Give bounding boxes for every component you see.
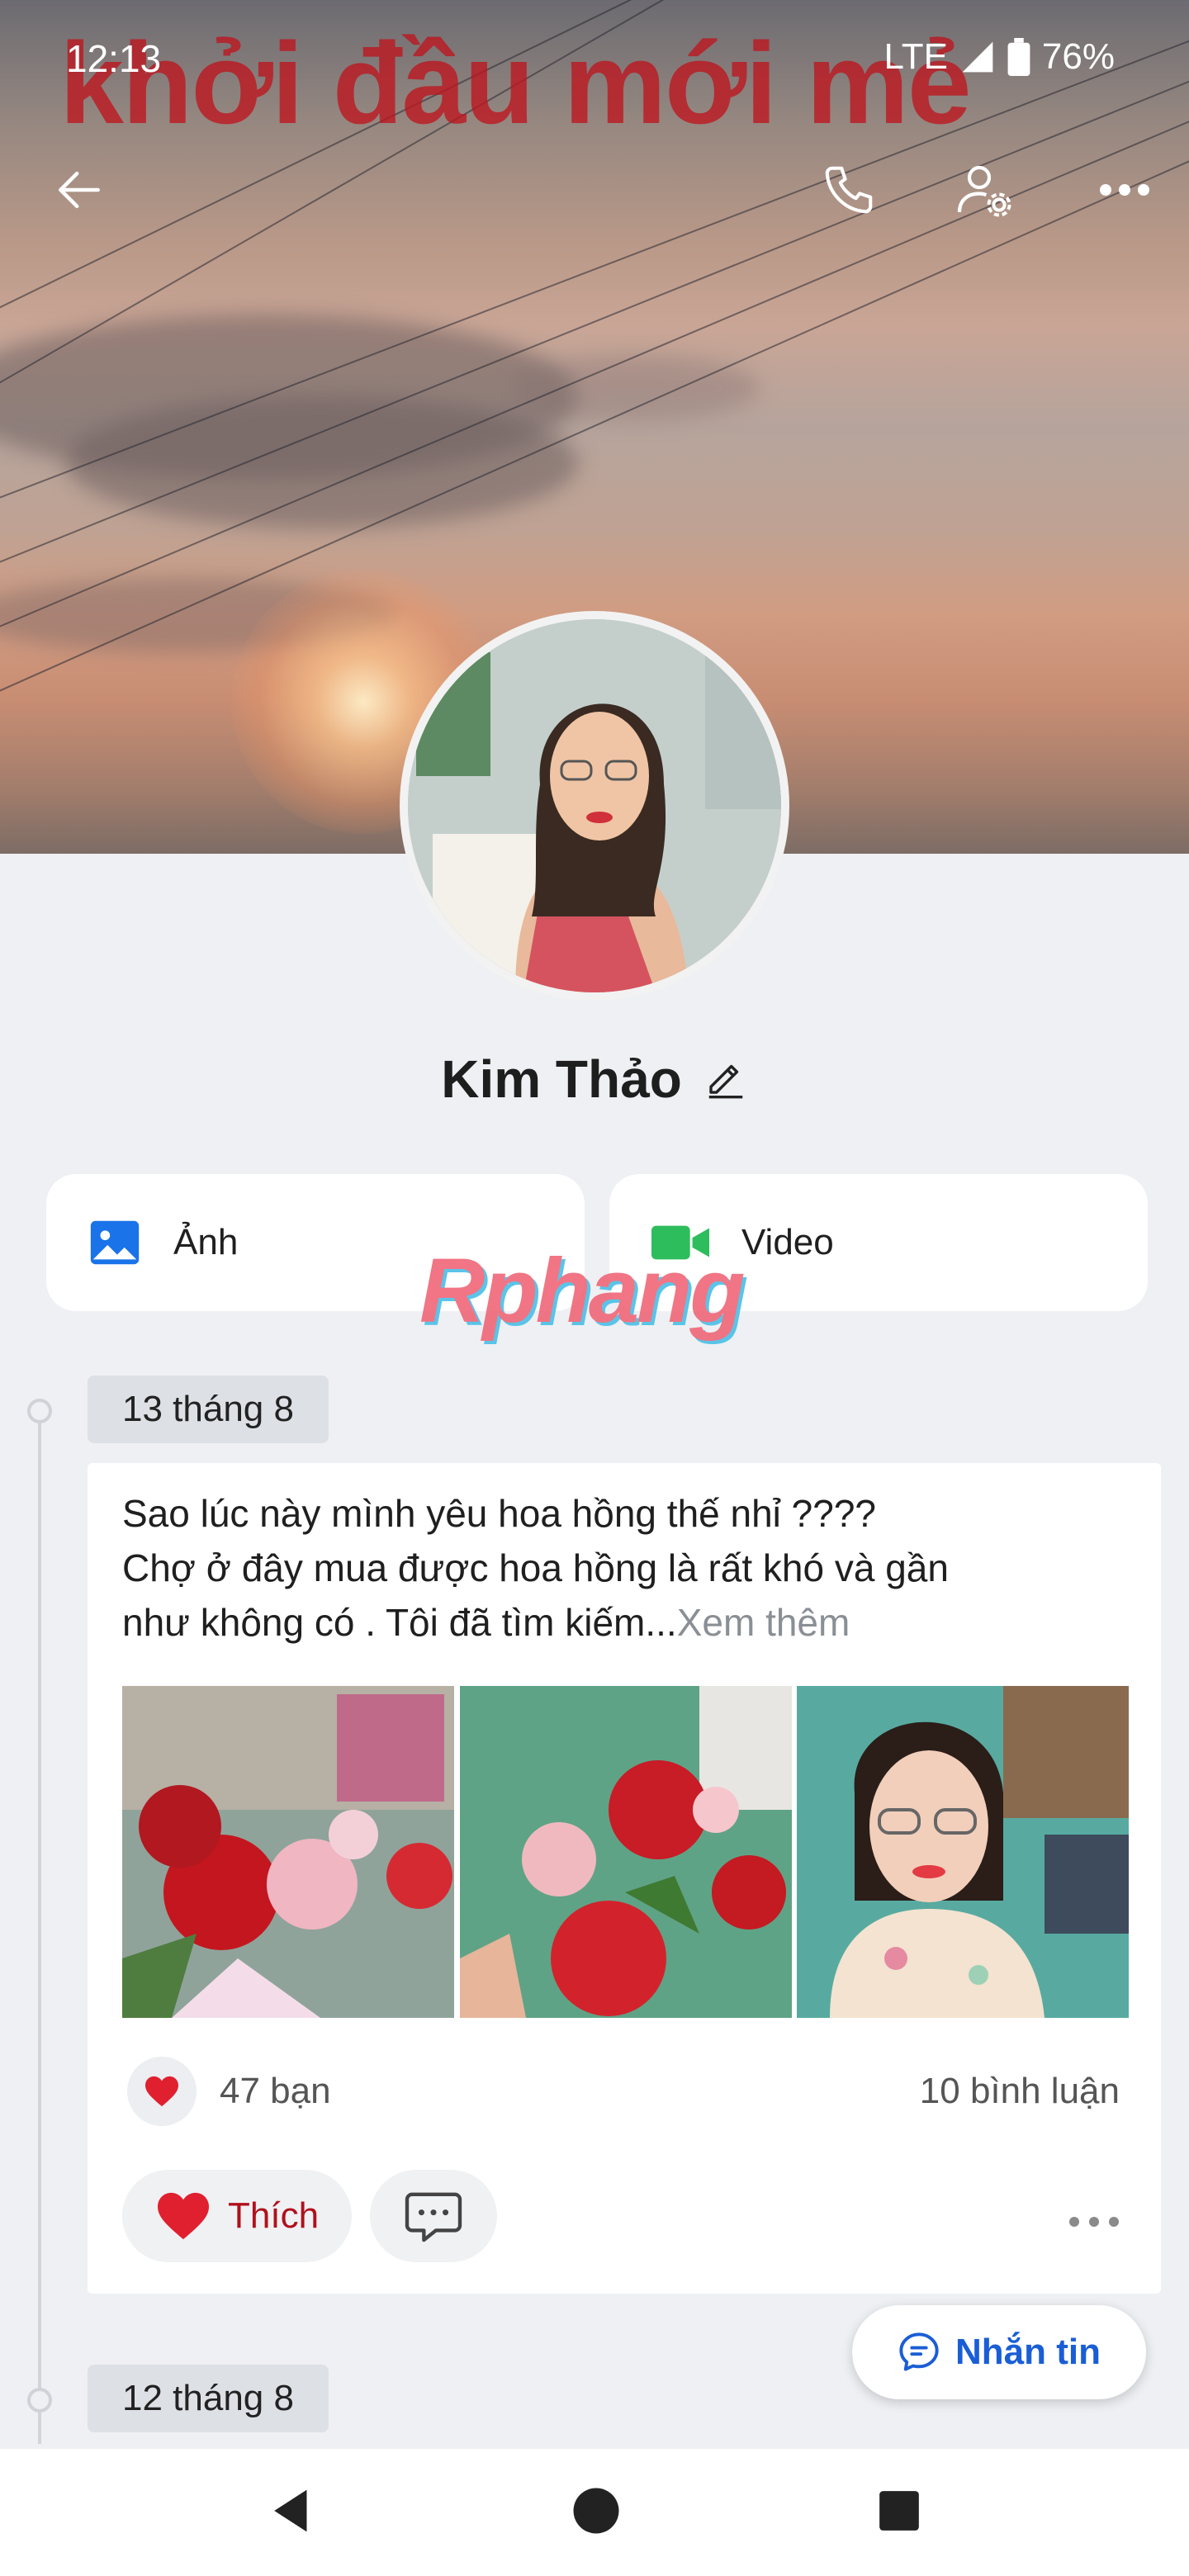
timeline-dot bbox=[27, 2388, 52, 2413]
nav-home-button[interactable] bbox=[571, 2486, 621, 2540]
comment-count[interactable]: 10 bình luận bbox=[920, 2071, 1120, 2112]
post-photos bbox=[122, 1686, 1130, 2018]
chat-bubble-icon bbox=[899, 2332, 939, 2371]
photos-label: Ảnh bbox=[173, 1222, 239, 1262]
videos-label: Video bbox=[741, 1222, 834, 1262]
status-time: 12:13 bbox=[66, 37, 162, 80]
heart-icon bbox=[158, 2192, 209, 2240]
post-text-line: Sao lúc này mình yêu hoa hồng thế nhỉ ??… bbox=[122, 1492, 877, 1535]
profile-name: Kim Thảo bbox=[441, 1049, 682, 1109]
post-photo[interactable] bbox=[797, 1686, 1130, 2018]
post-text[interactable]: Sao lúc này mình yêu hoa hồng thế nhỉ ??… bbox=[122, 1486, 1138, 1650]
user-settings-icon bbox=[957, 165, 1011, 217]
timeline-dot bbox=[27, 1399, 52, 1423]
profile-settings-button[interactable] bbox=[951, 157, 1017, 223]
status-bar: 12:13 LTE 76% bbox=[0, 0, 1189, 116]
profile-avatar[interactable] bbox=[400, 611, 789, 1001]
reaction-summary: 47 bạn 10 bình luận bbox=[127, 2054, 1120, 2129]
comment-icon bbox=[405, 2192, 462, 2242]
phone-icon bbox=[825, 166, 873, 214]
like-button[interactable]: Thích bbox=[122, 2170, 353, 2262]
post-more-button[interactable] bbox=[1068, 2195, 1120, 2237]
post-photo[interactable] bbox=[122, 1686, 455, 2018]
avatar-image bbox=[408, 619, 781, 992]
more-horizontal-icon bbox=[1100, 184, 1149, 196]
image-icon bbox=[90, 1220, 140, 1265]
arrow-left-icon bbox=[59, 171, 100, 209]
nav-recents-button[interactable] bbox=[878, 2489, 921, 2536]
post-text-line: Chợ ở đây mua được hoa hồng là rất khó v… bbox=[122, 1546, 949, 1589]
more-horizontal-icon bbox=[1069, 2217, 1119, 2227]
like-label: Thích bbox=[228, 2195, 320, 2236]
system-navigation-bar bbox=[0, 2449, 1189, 2576]
post-text-line: như không có . Tôi đã tìm kiếm... bbox=[122, 1601, 677, 1644]
battery-icon bbox=[1007, 38, 1030, 76]
message-button-label: Nhắn tin bbox=[955, 2332, 1101, 2372]
back-button[interactable] bbox=[46, 157, 112, 223]
more-options-button[interactable] bbox=[1092, 157, 1158, 223]
heart-icon bbox=[145, 2076, 178, 2107]
see-more-link[interactable]: Xem thêm bbox=[677, 1601, 850, 1644]
timeline-line bbox=[38, 1404, 41, 2444]
profile-name-row: Kim Thảo bbox=[0, 1049, 1189, 1110]
reaction-heart-badge[interactable] bbox=[127, 2057, 197, 2126]
reaction-count[interactable]: 47 bạn bbox=[220, 2071, 331, 2112]
nav-back-button[interactable] bbox=[268, 2486, 315, 2540]
triangle-back-icon bbox=[274, 2489, 307, 2531]
post-card[interactable]: Sao lúc này mình yêu hoa hồng thế nhỉ ??… bbox=[88, 1463, 1161, 2294]
comment-button[interactable] bbox=[370, 2170, 498, 2262]
pencil-icon bbox=[708, 1064, 743, 1098]
circle-home-icon bbox=[573, 2488, 619, 2533]
square-recents-icon bbox=[879, 2490, 919, 2531]
post-actions: Thích bbox=[122, 2170, 1120, 2262]
message-button[interactable]: Nhắn tin bbox=[852, 2305, 1146, 2399]
watermark-logo: Rphang bbox=[419, 1240, 745, 1342]
date-label: 12 tháng 8 bbox=[88, 2365, 329, 2432]
battery-level: 76% bbox=[1041, 36, 1115, 77]
edit-name-button[interactable] bbox=[703, 1055, 748, 1104]
call-button[interactable] bbox=[816, 157, 882, 223]
date-label: 13 tháng 8 bbox=[88, 1376, 329, 1443]
signal-icon bbox=[962, 41, 993, 73]
post-photo[interactable] bbox=[459, 1686, 793, 2018]
network-type: LTE bbox=[883, 36, 948, 77]
